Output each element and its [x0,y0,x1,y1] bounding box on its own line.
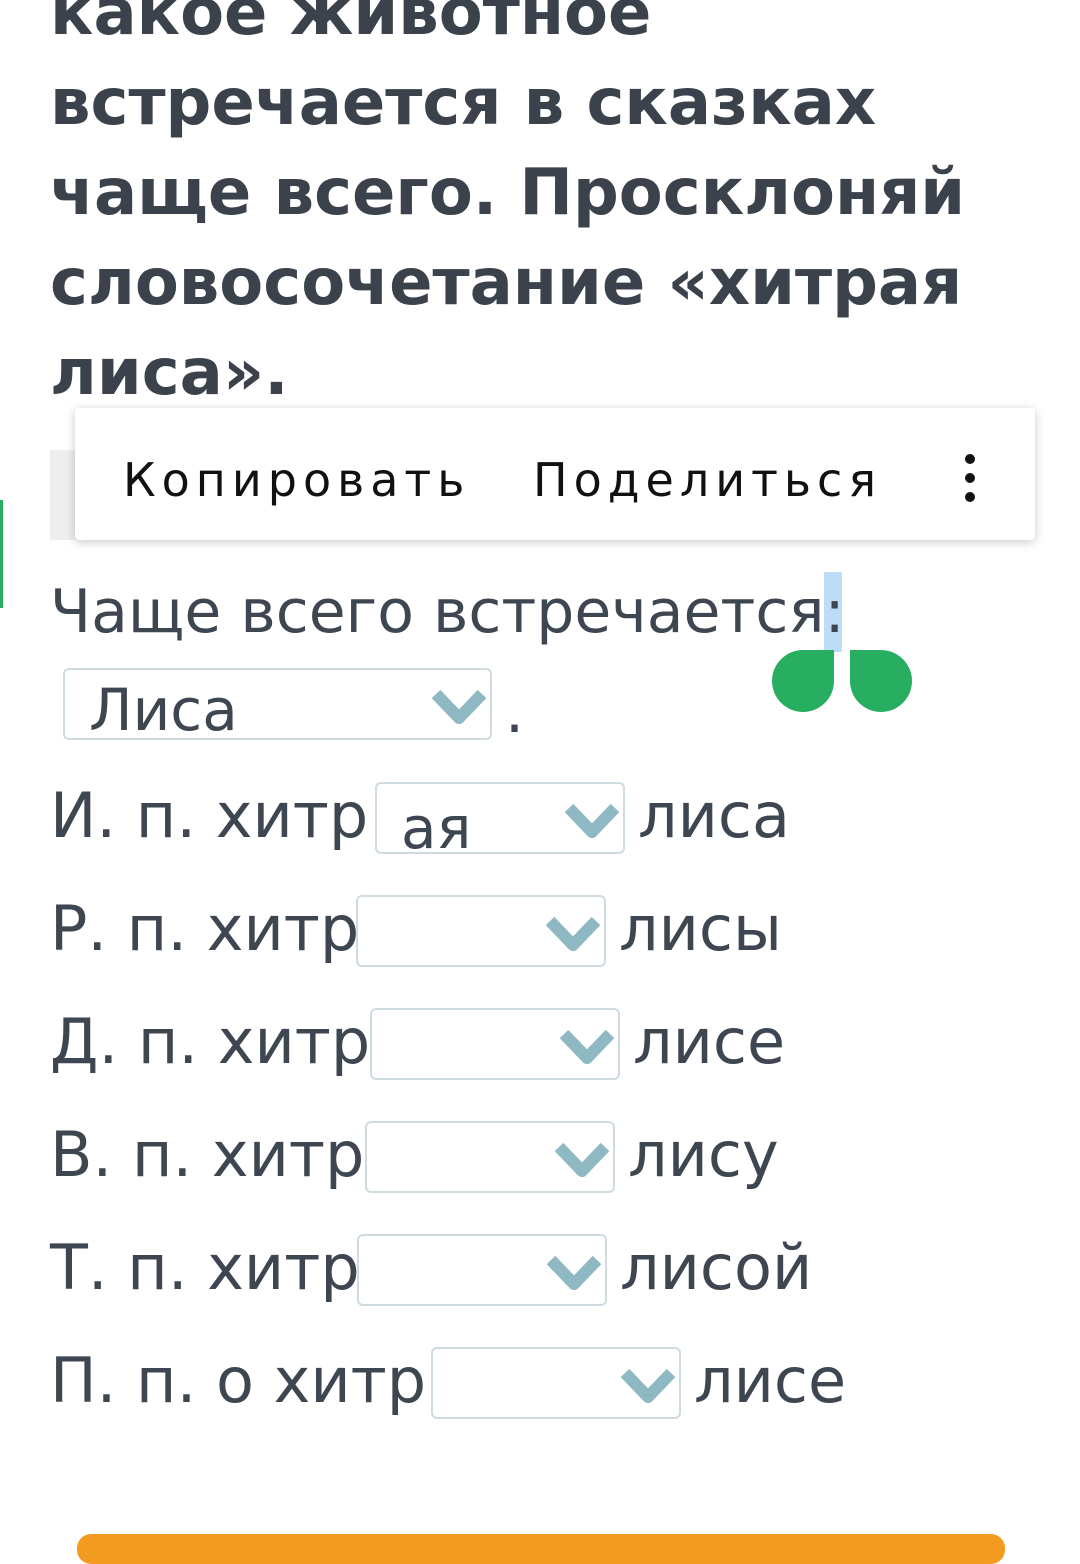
task-title-line: какое животное [50,0,652,50]
chevron-down-icon [545,916,601,951]
case-label-dative: Д. п. хитр [50,1005,371,1078]
text-selection-menu: Копировать Поделиться [75,408,1035,540]
case-label-accusative: В. п. хитр [50,1118,365,1191]
chevron-down-icon [564,803,620,838]
noun-prepositional: лисе [694,1344,847,1417]
selection-handles[interactable] [772,650,914,716]
case-label-prepositional: П. п. о хитр [50,1344,427,1417]
task-title-line: лиса». [50,336,289,410]
task-title-line: чаще всего. Просклоняй [50,156,966,230]
check-answer-button[interactable] [77,1534,1005,1564]
case-label-instrumental: Т. п. хитр [50,1231,360,1304]
selection-handle-left[interactable] [772,650,834,712]
chevron-down-icon [559,1029,615,1064]
noun-genitive: лисы [619,892,782,965]
chevron-down-icon [546,1255,602,1290]
share-menu-item[interactable]: Поделиться [533,450,882,510]
task-title-line: словосочетание «хитрая [50,246,963,320]
selection-handle-right[interactable] [850,650,912,712]
more-dot [965,473,975,483]
ending-dropdown-prepositional[interactable] [431,1347,681,1419]
answer-text: Чаще всего встречается [50,577,825,647]
noun-accusative: лису [628,1118,779,1191]
selected-text[interactable]: : [824,572,845,652]
left-accent-bar [0,500,3,608]
task-title: какое животное встречается в сказках чащ… [50,0,1050,418]
noun-dative: лисе [633,1005,786,1078]
copy-menu-item[interactable]: Копировать [123,450,470,510]
chevron-down-icon [431,689,487,724]
ending-dropdown-accusative[interactable] [365,1121,615,1193]
animal-dropdown[interactable]: Лиса [63,668,492,744]
chevron-down-icon [620,1368,676,1403]
dropdown-value: Лиса [89,676,238,744]
ending-dropdown-dative[interactable] [370,1008,620,1080]
answer-sentence: Чаще всего встречается: [50,572,845,652]
noun-instrumental: лисой [620,1231,813,1304]
chevron-down-icon [554,1142,610,1177]
ending-dropdown-instrumental[interactable] [357,1234,607,1306]
dropdown-value: ая [401,794,472,862]
case-label-nominative: И. п. хитр [50,779,369,852]
ending-dropdown-nominative[interactable]: ая [375,782,625,862]
more-dot [965,492,975,502]
sentence-period: . [505,677,525,747]
more-vertical-icon[interactable] [955,448,985,508]
noun-nominative: лиса [638,779,791,852]
ending-dropdown-genitive[interactable] [356,895,606,967]
task-title-line: встречается в сказках [50,66,877,140]
case-label-genitive: Р. п. хитр [50,892,360,965]
more-dot [965,454,975,464]
